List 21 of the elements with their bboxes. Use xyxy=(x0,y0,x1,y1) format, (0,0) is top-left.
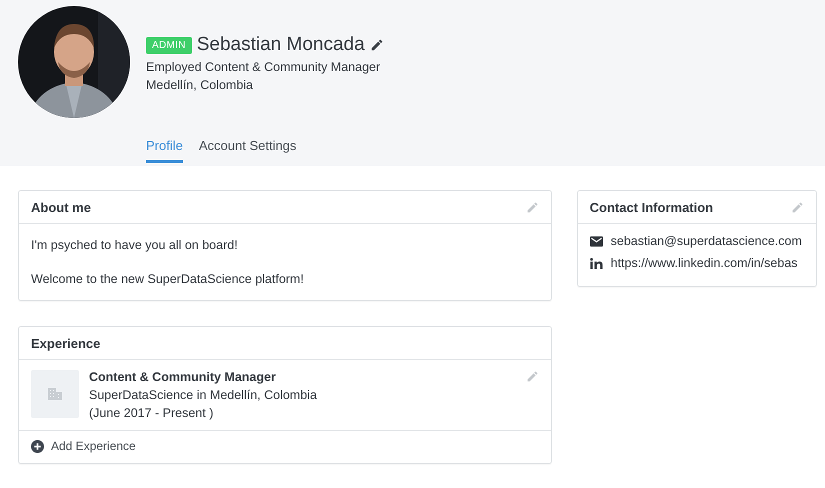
building-icon xyxy=(48,388,62,400)
experience-role: Content & Community Manager xyxy=(89,370,277,384)
linkedin-icon xyxy=(590,258,603,268)
plus-icon xyxy=(31,440,44,452)
edit-icon[interactable] xyxy=(370,38,384,52)
experience-period: (June 2017 - Present ) xyxy=(89,406,214,420)
experience-company: SuperDataScience in Medellín, Colombia xyxy=(89,388,318,402)
about-text: Welcome to the new SuperDataScience platform! xyxy=(31,272,305,286)
profile-name: Sebastian Moncada xyxy=(196,34,365,56)
contact-text: https://www.linkedin.com/in/sebas xyxy=(610,256,798,270)
card-title: Contact Information xyxy=(590,200,714,214)
profile-location: Medellín, Colombia xyxy=(146,78,254,92)
tab[interactable]: Account Settings xyxy=(198,134,296,163)
profile-headline: Employed Content & Community Manager xyxy=(146,60,382,74)
envelope-icon xyxy=(590,236,603,246)
admin-badge: ADMIN xyxy=(146,36,192,54)
card-title: About me xyxy=(31,200,91,214)
card-title: Experience xyxy=(31,336,100,350)
contact-text: sebastian@superdatascience.com xyxy=(610,234,802,248)
about-text: I'm psyched to have you all on board! xyxy=(31,238,239,252)
add-experience-link[interactable]: Add Experience xyxy=(19,431,148,463)
